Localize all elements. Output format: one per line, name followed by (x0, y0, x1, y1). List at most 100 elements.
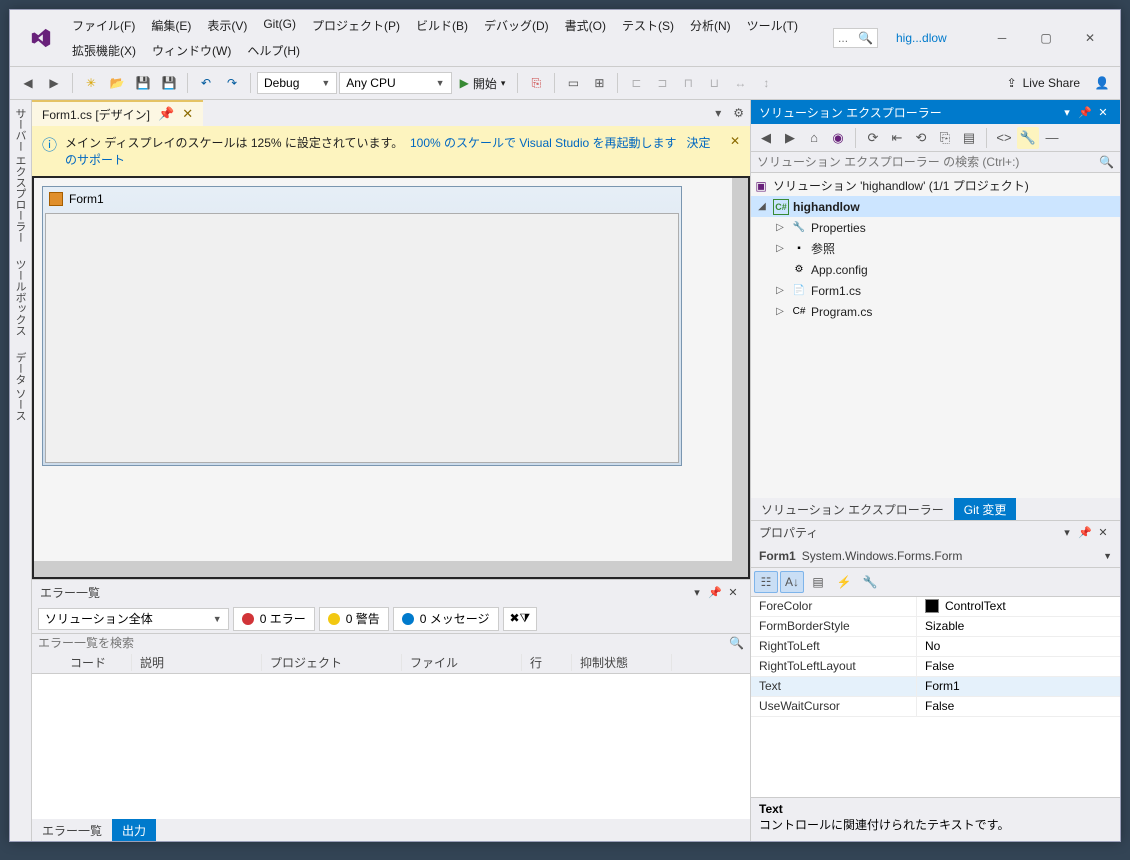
open-file-button[interactable]: 📂 (105, 71, 129, 95)
menu-item[interactable]: 書式(O) (557, 13, 614, 38)
spacing-icon[interactable]: ↔ (728, 71, 752, 95)
messages-filter[interactable]: 0 メッセージ (393, 607, 499, 631)
tree-item[interactable]: ⚙App.config (751, 259, 1120, 280)
vscroll[interactable] (732, 178, 748, 561)
tree-solution-node[interactable]: ▣ ソリューション 'highandlow' (1/1 プロジェクト) (751, 175, 1120, 196)
tab-dropdown-icon[interactable]: ▾ (709, 106, 727, 120)
menu-item[interactable]: ヘルプ(H) (239, 38, 308, 63)
tab-sln-explorer[interactable]: ソリューション エクスプローラー (751, 498, 954, 520)
error-column-header[interactable]: ファイル (402, 654, 522, 671)
property-row[interactable]: ForeColorControlText (751, 597, 1120, 617)
align-icon[interactable]: ⊞ (587, 71, 611, 95)
events-icon[interactable]: ⚡ (832, 571, 856, 593)
sln-wrench-icon[interactable]: 🔧 (1017, 127, 1039, 149)
pin-icon[interactable]: 📌 (158, 106, 174, 122)
expand-icon[interactable]: ▷ (773, 306, 787, 317)
align-center-icon[interactable]: ⊐ (650, 71, 674, 95)
align-bottom-icon[interactable]: ⊔ (702, 71, 726, 95)
infobar-restart-link[interactable]: 100% のスケールで Visual Studio を再起動します (410, 136, 677, 150)
panel-pin-icon[interactable]: 📌 (1076, 106, 1094, 119)
save-button[interactable]: 💾 (131, 71, 155, 95)
nav-fwd-button[interactable]: ▶ (42, 71, 66, 95)
document-tab-form1[interactable]: Form1.cs [デザイン] 📌 ✕ (32, 100, 203, 126)
config-combo[interactable]: Debug▼ (257, 72, 337, 94)
property-row[interactable]: TextForm1 (751, 677, 1120, 697)
property-row[interactable]: UseWaitCursorFalse (751, 697, 1120, 717)
start-debug-button[interactable]: ▶開始▾ (454, 72, 512, 94)
sln-home-icon[interactable]: ⌂ (803, 127, 825, 149)
tab-output[interactable]: 出力 (112, 819, 156, 841)
expand-icon[interactable]: ▷ (773, 222, 787, 233)
build-filter-icon[interactable]: ✖⧩ (503, 607, 538, 631)
sln-prop-icon[interactable]: ▤ (958, 127, 980, 149)
menu-item[interactable]: ファイル(F) (64, 13, 143, 38)
sln-collapse-icon[interactable]: ⇤ (886, 127, 908, 149)
menu-item[interactable]: ツール(T) (739, 13, 806, 38)
design-form-client[interactable] (45, 213, 679, 463)
tab-error-list[interactable]: エラー一覧 (32, 819, 112, 841)
sln-fwd-icon[interactable]: ▶ (779, 127, 801, 149)
categorized-icon[interactable]: ☷ (754, 571, 778, 593)
menu-item[interactable]: ビルド(B) (408, 13, 476, 38)
panel-close-icon[interactable]: ✕ (1094, 526, 1112, 539)
nav-back-button[interactable]: ◀ (16, 71, 40, 95)
design-surface[interactable]: Form1 (34, 178, 732, 561)
error-column-header[interactable]: 抑制状態 (572, 654, 672, 671)
menu-item[interactable]: 拡張機能(X) (64, 38, 144, 63)
expand-icon[interactable]: ▷ (773, 285, 787, 296)
align-left-icon[interactable]: ⊏ (624, 71, 648, 95)
feedback-icon[interactable]: 👤 (1090, 71, 1114, 95)
align-right-icon[interactable]: ⊓ (676, 71, 700, 95)
close-button[interactable]: ✕ (1068, 24, 1112, 52)
error-column-header[interactable]: プロジェクト (262, 654, 402, 671)
save-all-button[interactable]: 💾 (157, 71, 181, 95)
error-search-input[interactable] (38, 636, 729, 650)
tree-project-node[interactable]: ◢ C# highandlow (751, 196, 1120, 217)
prop-pages-icon[interactable]: ▤ (806, 571, 830, 593)
error-scope-combo[interactable]: ソリューション全体▼ (38, 608, 229, 630)
property-grid[interactable]: ForeColorControlTextFormBorderStyleSizab… (751, 597, 1120, 798)
quick-launch-input[interactable] (838, 31, 858, 45)
expand-icon[interactable]: ▷ (773, 243, 787, 254)
sln-code-icon[interactable]: <> (993, 127, 1015, 149)
new-project-button[interactable]: ✳ (79, 71, 103, 95)
maximize-button[interactable]: ▢ (1024, 24, 1068, 52)
menu-item[interactable]: 編集(E) (143, 13, 199, 38)
panel-close-icon[interactable]: ✕ (1094, 106, 1112, 119)
hscroll[interactable] (34, 561, 748, 577)
sln-more-icon[interactable]: — (1041, 127, 1063, 149)
panel-close-icon[interactable]: ✕ (724, 586, 742, 599)
property-row[interactable]: RightToLeftNo (751, 637, 1120, 657)
menu-item[interactable]: テスト(S) (614, 13, 682, 38)
sln-sync-icon[interactable]: ◉ (827, 127, 849, 149)
design-form[interactable]: Form1 (42, 186, 682, 466)
error-column-header[interactable]: 行 (522, 654, 572, 671)
panel-pin-icon[interactable]: 📌 (1076, 526, 1094, 539)
minimize-button[interactable]: ─ (980, 24, 1024, 52)
error-column-header[interactable]: コード (62, 654, 132, 671)
panel-menu-icon[interactable]: ▾ (1058, 106, 1076, 119)
menu-item[interactable]: ウィンドウ(W) (144, 38, 239, 63)
menu-item[interactable]: 表示(V) (199, 13, 255, 38)
tab-git-changes[interactable]: Git 変更 (954, 498, 1017, 520)
menu-item[interactable]: デバッグ(D) (476, 13, 557, 38)
collapse-icon[interactable]: ◢ (755, 201, 769, 212)
redo-button[interactable]: ↷ (220, 71, 244, 95)
platform-combo[interactable]: Any CPU▼ (339, 72, 451, 94)
menu-item[interactable]: 分析(N) (682, 13, 739, 38)
infobar-close-icon[interactable]: ✕ (730, 134, 740, 148)
tree-item[interactable]: ▷📄Form1.cs (751, 280, 1120, 301)
panel-menu-icon[interactable]: ▾ (1058, 526, 1076, 539)
menu-item[interactable]: Git(G) (255, 13, 304, 38)
sln-search-input[interactable] (757, 155, 1099, 169)
close-tab-icon[interactable]: ✕ (182, 106, 193, 122)
layout-icon[interactable]: ▭ (561, 71, 585, 95)
panel-pin-icon[interactable]: 📌 (706, 586, 724, 599)
errors-filter[interactable]: 0 エラー (233, 607, 315, 631)
property-row[interactable]: FormBorderStyleSizable (751, 617, 1120, 637)
alphabetical-icon[interactable]: A↓ (780, 571, 804, 593)
undo-button[interactable]: ↶ (194, 71, 218, 95)
wrench-icon[interactable]: 🔧 (858, 571, 882, 593)
tree-item[interactable]: ▷▪参照 (751, 238, 1120, 259)
tab-settings-icon[interactable]: ⚙ (727, 106, 750, 120)
